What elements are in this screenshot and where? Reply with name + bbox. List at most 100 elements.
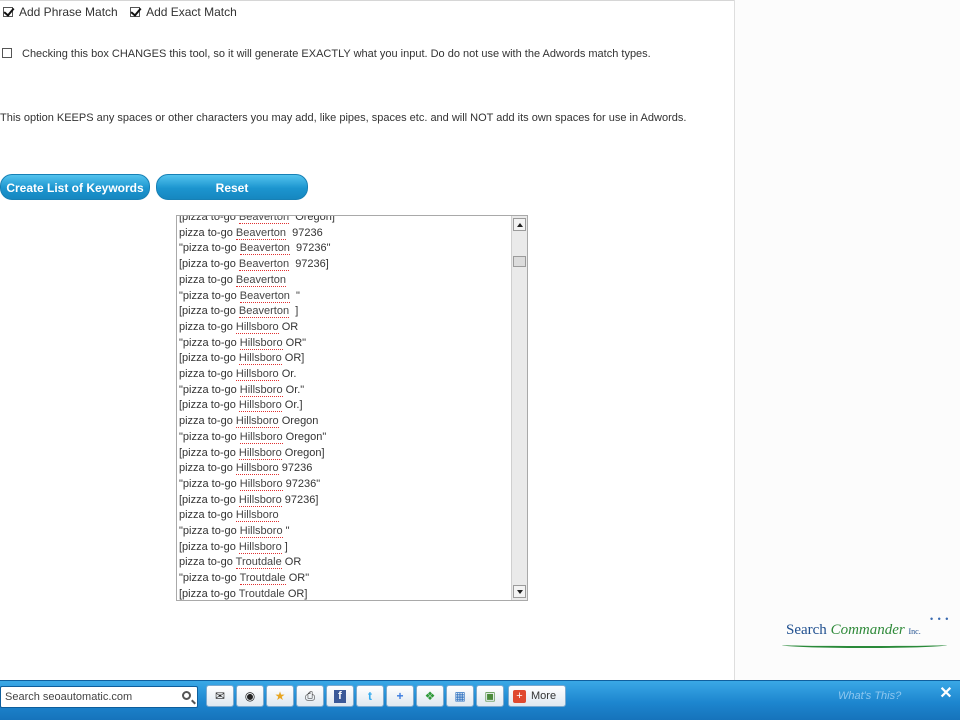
keyword-city: Hillsboro — [235, 368, 279, 382]
logo-swoosh — [782, 642, 947, 648]
keyword-line: "pizza to-go Hillsboro Oregon" — [179, 430, 509, 446]
keyword-suffix: OR] — [281, 352, 305, 365]
exact-match-option[interactable]: Add Exact Match — [127, 5, 237, 19]
keyword-line: pizza to-go Hillsboro 97236 — [179, 461, 509, 477]
phrase-match-checkbox[interactable] — [3, 7, 13, 17]
facebook-icon[interactable]: f — [326, 685, 354, 707]
keyword-suffix: OR" — [282, 336, 307, 349]
keyword-city: Hillsboro — [235, 509, 279, 523]
keyword-line: pizza to-go Hillsboro — [179, 508, 509, 524]
textarea-scrollbar[interactable] — [511, 216, 527, 600]
keyword-line: [pizza to-go Hillsboro Or.] — [179, 398, 509, 414]
print-icon[interactable]: ⎙ — [296, 685, 324, 707]
scroll-up-arrow-icon[interactable] — [513, 218, 526, 231]
reset-button[interactable]: Reset — [156, 174, 308, 200]
keyword-line: "pizza to-go Hillsboro Or." — [179, 383, 509, 399]
keyword-prefix: pizza to-go — [179, 273, 236, 286]
keyword-suffix: " — [289, 289, 300, 302]
keyword-line: "pizza to-go Beaverton " — [179, 289, 509, 305]
keyword-suffix: 97236] — [289, 258, 329, 271]
page: Add Phrase Match Add Exact Match Checkin… — [0, 0, 960, 720]
close-icon[interactable]: ✕ — [938, 686, 954, 702]
keyword-city: Hillsboro — [239, 383, 283, 397]
keyword-prefix: [pizza to-go — [179, 258, 239, 271]
google-icon[interactable]: + — [386, 685, 414, 707]
keyword-line: [pizza to-go Hillsboro OR] — [179, 351, 509, 367]
cursor-icon[interactable]: ◉ — [236, 685, 264, 707]
keyword-city: Hillsboro — [235, 320, 279, 334]
mail-icon[interactable]: ✉ — [206, 685, 234, 707]
keyword-city: Hillsboro — [239, 477, 283, 491]
match-options: Add Phrase Match Add Exact Match — [0, 5, 243, 21]
keyword-line: [pizza to-go Beaverton ] — [179, 304, 509, 320]
keyword-city: Beaverton — [235, 226, 287, 240]
exact-match-checkbox[interactable] — [130, 7, 141, 17]
keyword-prefix: "pizza to-go — [179, 572, 240, 585]
keyword-suffix: Or.] — [281, 399, 303, 412]
keyword-suffix: OR] — [284, 587, 308, 600]
phrase-match-option[interactable]: Add Phrase Match — [0, 5, 118, 19]
keyword-city: Hillsboro — [238, 446, 282, 460]
keyword-list: [pizza to-go Beaverton Oregon] pizza to-g… — [179, 215, 509, 600]
create-keywords-button[interactable]: Create List of Keywords — [0, 174, 150, 200]
keyword-city: Hillsboro — [238, 399, 282, 413]
keyword-line: "pizza to-go Hillsboro OR" — [179, 336, 509, 352]
exact-input-checkbox[interactable] — [2, 48, 12, 58]
star-icon[interactable]: ★ — [266, 685, 294, 707]
keyword-prefix: pizza to-go — [179, 556, 236, 569]
windows-icon[interactable]: ▦ — [446, 685, 474, 707]
keyword-prefix: "pizza to-go — [179, 242, 240, 255]
keyword-city: Hillsboro — [238, 352, 282, 366]
keyword-prefix: [pizza to-go — [179, 215, 239, 223]
logo-inc: Inc. — [908, 627, 921, 636]
keyword-prefix: [pizza to-go — [179, 305, 239, 318]
keyword-prefix: [pizza to-go — [179, 493, 239, 506]
keyword-line: pizza to-go Hillsboro OR — [179, 320, 509, 336]
keyword-prefix: pizza to-go — [179, 462, 236, 475]
twitter-icon[interactable]: t — [356, 685, 384, 707]
keyword-city: Hillsboro — [239, 430, 283, 444]
keyword-suffix: ] — [281, 540, 288, 553]
scroll-thumb[interactable] — [513, 256, 526, 267]
keyword-suffix: 97236" — [282, 477, 321, 490]
keyword-prefix: pizza to-go — [179, 226, 236, 239]
phrase-match-label: Add Phrase Match — [19, 5, 118, 19]
search-icon[interactable] — [182, 691, 191, 700]
keyword-suffix: ] — [289, 305, 299, 318]
keyword-city: Beaverton — [239, 289, 290, 303]
keyword-prefix: [pizza to-go — [179, 446, 239, 459]
keyword-city: Troutdale — [239, 572, 286, 586]
keyword-line: [pizza to-go Hillsboro Oregon] — [179, 446, 509, 462]
keyword-prefix: [pizza to-go — [179, 587, 239, 600]
keyword-prefix: pizza to-go — [179, 320, 236, 333]
keyword-output-textarea[interactable]: [pizza to-go Beaverton Oregon] pizza to-g… — [176, 215, 528, 601]
scroll-down-arrow-icon[interactable] — [513, 585, 526, 598]
keyword-line: pizza to-go Hillsboro Or. — [179, 367, 509, 383]
keyword-suffix: Oregon] — [281, 446, 325, 459]
toolbar-search-input[interactable] — [1, 687, 171, 707]
keyword-prefix: [pizza to-go — [179, 352, 239, 365]
keyword-city: Hillsboro — [238, 540, 282, 554]
keyword-line: [pizza to-go Beaverton 97236] — [179, 257, 509, 273]
keyword-line: "pizza to-go Hillsboro 97236" — [179, 477, 509, 493]
photo-icon[interactable]: ▣ — [476, 685, 504, 707]
keyword-line: pizza to-go Beaverton 97236 — [179, 226, 509, 242]
keyword-suffix: 97236 — [278, 462, 313, 475]
plus-icon: + — [513, 689, 526, 703]
column-divider — [734, 0, 735, 680]
windows-live-icon[interactable]: ❖ — [416, 685, 444, 707]
keyword-city: Beaverton — [235, 273, 287, 287]
keyword-city: Beaverton — [238, 216, 290, 224]
toolbar-search[interactable] — [0, 686, 198, 708]
keyword-prefix: "pizza to-go — [179, 525, 240, 538]
keyword-city: Troutdale — [235, 556, 282, 570]
keyword-prefix: [pizza to-go — [179, 540, 239, 553]
exact-input-description: Checking this box CHANGES this tool, so … — [22, 48, 651, 60]
more-label: More — [531, 690, 557, 702]
more-button[interactable]: + More — [508, 685, 566, 707]
keyword-prefix: "pizza to-go — [179, 477, 240, 490]
logo-dots: • • • — [930, 614, 950, 624]
keyword-city: Hillsboro — [239, 525, 283, 539]
keyword-prefix: pizza to-go — [179, 509, 236, 522]
whats-this-link[interactable]: What's This? — [838, 690, 901, 702]
